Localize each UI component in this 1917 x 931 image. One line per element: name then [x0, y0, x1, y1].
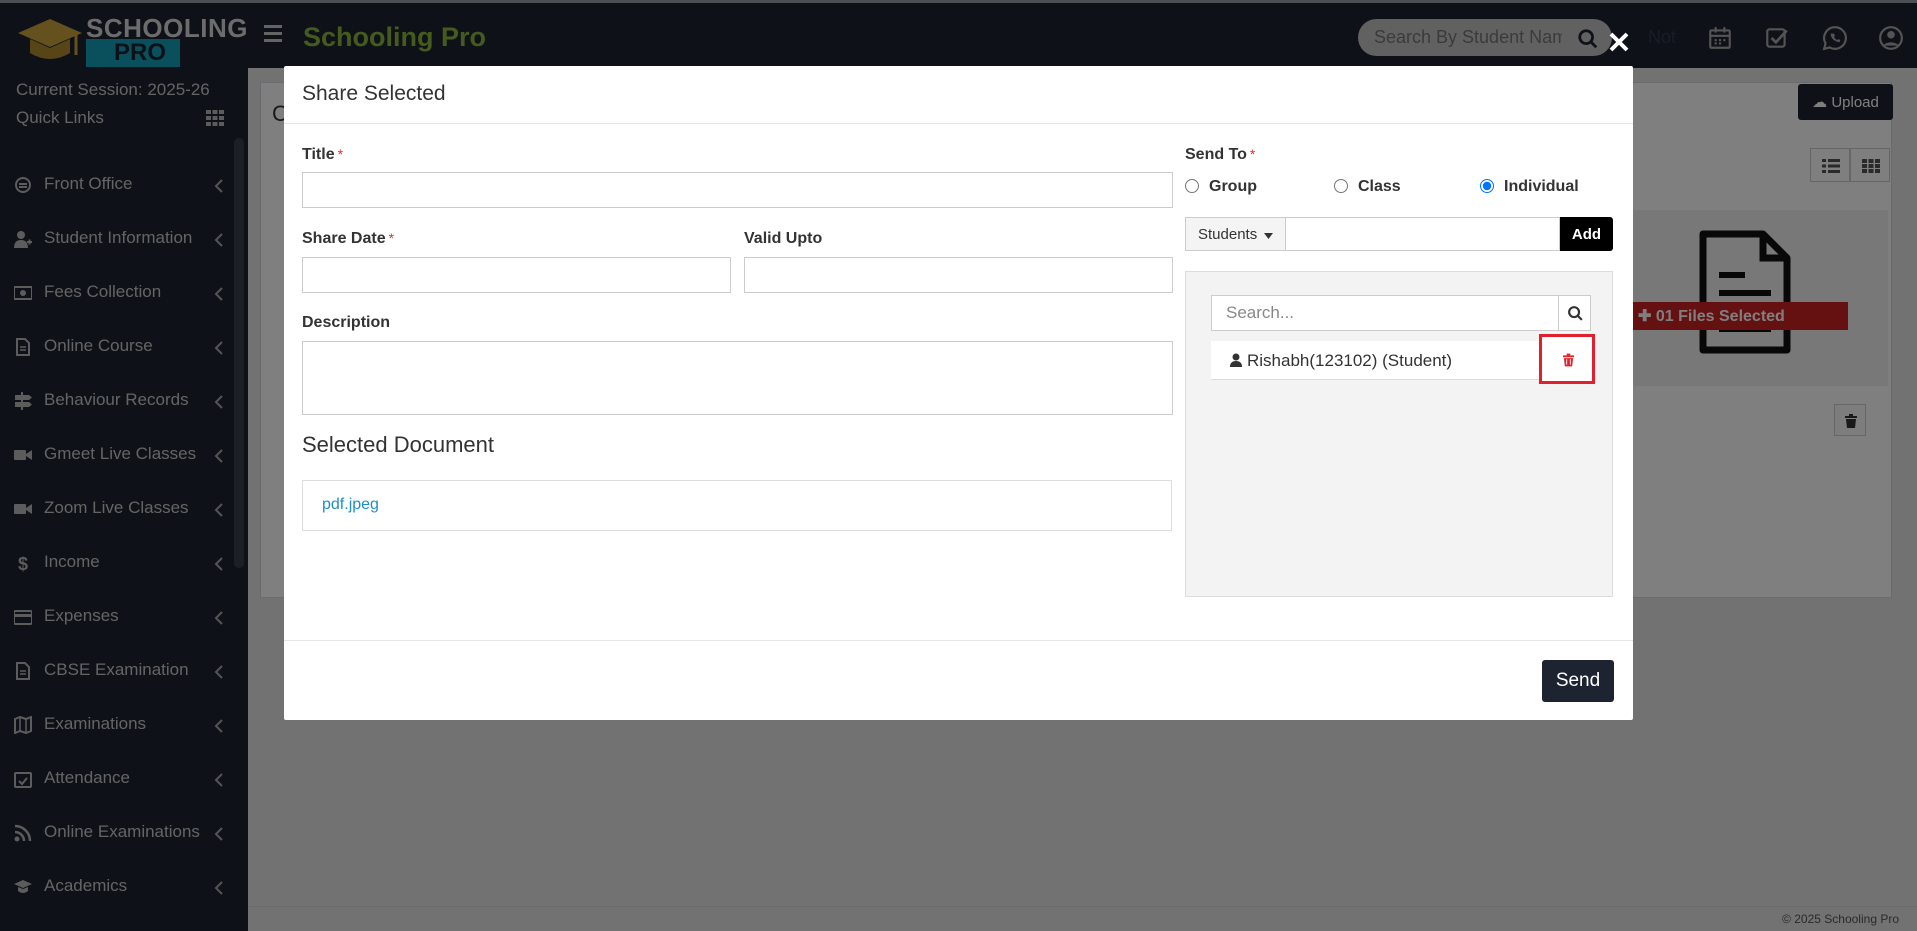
search-icon: [1568, 306, 1583, 321]
selected-document-heading: Selected Document: [302, 432, 494, 457]
modal-header: Share Selected: [284, 66, 1633, 124]
close-icon[interactable]: [1607, 30, 1631, 54]
add-button[interactable]: Add: [1560, 217, 1613, 251]
radio-group-input[interactable]: [1185, 179, 1199, 193]
send-to-label: Send To *: [1185, 146, 1256, 163]
share-date-label: Share Date *: [302, 230, 395, 247]
document-link[interactable]: pdf.jpeg: [322, 496, 379, 514]
radio-individual-input[interactable]: [1480, 179, 1494, 193]
recipients-panel: Rishabh(123102) (Student): [1185, 271, 1613, 597]
share-date-input[interactable]: [302, 257, 731, 293]
description-label: Description: [302, 314, 391, 331]
student-add-input[interactable]: [1285, 217, 1560, 251]
recipient-name: Rishabh(123102) (Student): [1247, 351, 1453, 370]
radio-individual-label: Individual: [1504, 178, 1579, 195]
valid-upto-input[interactable]: [744, 257, 1173, 293]
remove-recipient-button[interactable]: [1539, 334, 1595, 384]
radio-class-input[interactable]: [1334, 179, 1348, 193]
send-button[interactable]: Send: [1542, 660, 1614, 702]
modal-title: Share Selected: [302, 82, 446, 105]
title-label: Title *: [302, 146, 344, 163]
caret-down-icon: [1264, 232, 1274, 239]
share-selected-modal: Share Selected Title * Share Date * Valid …: [284, 66, 1633, 720]
selected-document-box: pdf.jpeg: [302, 480, 1172, 531]
students-dropdown[interactable]: Students: [1185, 217, 1286, 251]
radio-group-label: Group: [1209, 178, 1257, 195]
title-input[interactable]: [302, 172, 1173, 208]
valid-upto-label: Valid Upto: [744, 230, 823, 247]
description-textarea[interactable]: [302, 341, 1173, 415]
recipient-item: Rishabh(123102) (Student): [1211, 341, 1591, 380]
trash-icon: [1563, 353, 1574, 367]
recipient-search-button[interactable]: [1558, 295, 1591, 331]
radio-class-label: Class: [1358, 178, 1401, 195]
modal-footer-divider: [284, 640, 1633, 641]
recipient-search-input[interactable]: [1211, 295, 1559, 331]
user-icon: [1230, 353, 1242, 367]
